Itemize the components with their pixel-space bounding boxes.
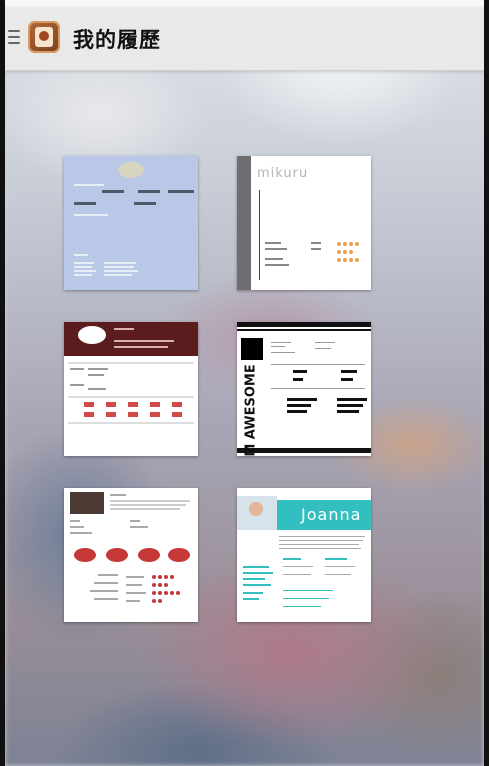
phone-screen: 我的履歷 mikuru I'M AWESOME Joanna (0, 0, 489, 766)
resume-template-6[interactable]: Joanna (237, 488, 371, 622)
resume-template-4[interactable]: I'M AWESOME (237, 322, 371, 456)
resume-template-3[interactable] (64, 322, 198, 456)
resume-template-5[interactable] (64, 488, 198, 622)
template-2-logo: mikuru (257, 166, 309, 181)
template-4-slogan: I'M AWESOME (243, 364, 259, 456)
template-grid: mikuru I'M AWESOME Joanna (5, 0, 484, 766)
template-6-name: Joanna (301, 505, 362, 524)
resume-template-1[interactable] (64, 156, 198, 290)
resume-template-2[interactable]: mikuru (237, 156, 371, 290)
